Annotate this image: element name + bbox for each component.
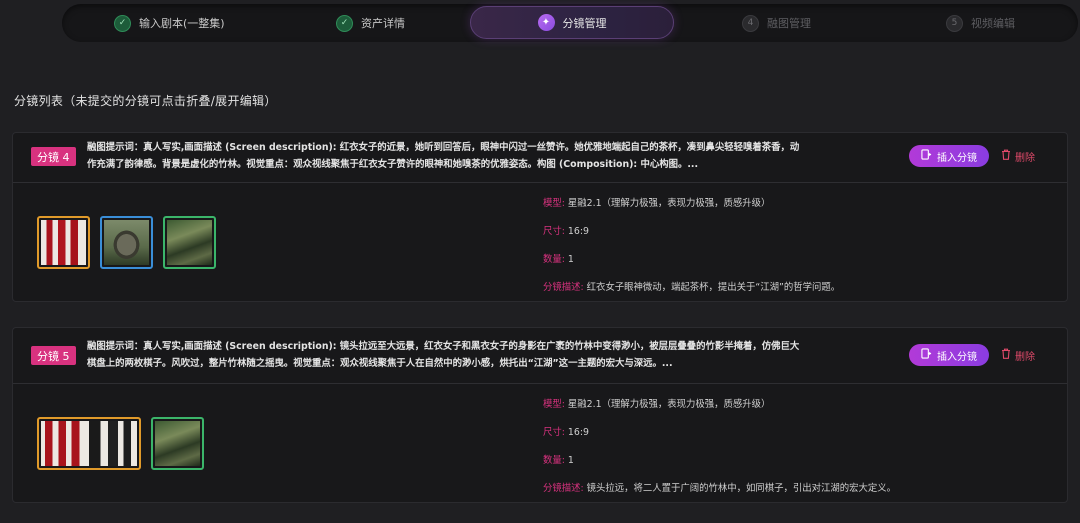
insert-shot-icon xyxy=(921,348,932,362)
step-number-4: 4 xyxy=(742,14,759,32)
step-input-script[interactable]: ✓ 输入剧本(一整集) xyxy=(114,4,225,42)
shot-card-header[interactable]: 分镜 5 融图提示词：真人写实,画面描述 (Screen description… xyxy=(13,328,1067,384)
shot-tag: 分镜 4 xyxy=(31,147,76,166)
shot-tag: 分镜 5 xyxy=(31,346,76,365)
insert-shot-label: 插入分镜 xyxy=(937,152,977,164)
section-title: 分镜列表（未提交的分镜可点击折叠/展开编辑） xyxy=(14,94,277,108)
thumbnail-two-groups[interactable] xyxy=(37,417,141,470)
thumbnail-tea-pot[interactable] xyxy=(100,216,153,269)
delete-shot-label: 删除 xyxy=(1015,351,1035,363)
meta-size-value: 16:9 xyxy=(567,427,589,438)
step-asset-details[interactable]: ✓ 资产详情 xyxy=(336,4,405,42)
fusion-prompt-text: 融图提示词：真人写实,画面描述 (Screen description): 红衣… xyxy=(87,142,800,170)
meta-count-value: 1 xyxy=(567,254,574,265)
fusion-prompt-text: 融图提示词：真人写实,画面描述 (Screen description): 镜头… xyxy=(87,341,800,369)
delete-shot-button[interactable]: 删除 xyxy=(1001,344,1035,366)
meta-desc-value: 红衣女子眼神微动，端起茶杯，提出关于“江湖”的哲学问题。 xyxy=(586,282,841,293)
sparkle-icon: ✦ xyxy=(537,14,555,31)
meta-desc-key: 分镜描述: xyxy=(543,282,584,293)
step-label: 分镜管理 xyxy=(562,16,607,30)
meta-model-value: 星融2.1（理解力极强，表现力极强，质感升级） xyxy=(567,198,771,209)
step-label: 资产详情 xyxy=(361,17,405,30)
trash-icon xyxy=(1001,149,1011,163)
reference-thumbnails xyxy=(37,216,216,269)
meta-model-key: 模型: xyxy=(543,198,565,209)
insert-shot-button[interactable]: 插入分镜 xyxy=(909,344,989,366)
shot-card-header[interactable]: 分镜 4 融图提示词：真人写实,画面描述 (Screen description… xyxy=(13,133,1067,183)
meta-count-key: 数量: xyxy=(543,254,565,265)
delete-shot-button[interactable]: 删除 xyxy=(1001,145,1035,167)
insert-shot-button[interactable]: 插入分镜 xyxy=(909,145,989,167)
meta-count-value: 1 xyxy=(567,455,574,466)
meta-size-key: 尺寸: xyxy=(543,427,565,438)
step-fusion-management[interactable]: 4 融图管理 xyxy=(742,4,811,42)
insert-shot-icon xyxy=(921,149,932,163)
step-label: 输入剧本(一整集) xyxy=(139,17,225,30)
shot-card-4[interactable]: 分镜 4 融图提示词：真人写实,画面描述 (Screen description… xyxy=(12,132,1068,302)
insert-shot-label: 插入分镜 xyxy=(937,351,977,363)
reference-thumbnails xyxy=(37,417,204,470)
delete-shot-label: 删除 xyxy=(1015,152,1035,164)
thumbnail-bamboo-forest[interactable] xyxy=(151,417,204,470)
step-number-5: 5 xyxy=(946,14,963,32)
thumbnail-bamboo-forest[interactable] xyxy=(163,216,216,269)
step-label: 视频编辑 xyxy=(971,17,1015,30)
thumbnail-red-women[interactable] xyxy=(37,216,90,269)
meta-desc-key: 分镜描述: xyxy=(543,483,584,494)
step-shot-management[interactable]: ✦ 分镜管理 xyxy=(470,6,674,39)
step-video-edit[interactable]: 5 视频编辑 xyxy=(946,4,1015,42)
trash-icon xyxy=(1001,348,1011,362)
step-label: 融图管理 xyxy=(767,17,811,30)
shot-card-5[interactable]: 分镜 5 融图提示词：真人写实,画面描述 (Screen description… xyxy=(12,327,1068,503)
meta-size-value: 16:9 xyxy=(567,226,589,237)
check-icon: ✓ xyxy=(336,14,353,32)
meta-size-key: 尺寸: xyxy=(543,226,565,237)
meta-count-key: 数量: xyxy=(543,455,565,466)
meta-desc-value: 镜头拉远，将二人置于广阔的竹林中，如同棋子，引出对江湖的宏大定义。 xyxy=(586,483,897,494)
progress-stepper: ✓ 输入剧本(一整集) ✓ 资产详情 ✦ 分镜管理 4 融图管理 5 视频编辑 xyxy=(62,4,1078,42)
meta-model-key: 模型: xyxy=(543,399,565,410)
meta-model-value: 星融2.1（理解力极强，表现力极强，质感升级） xyxy=(567,399,771,410)
check-icon: ✓ xyxy=(114,14,131,32)
